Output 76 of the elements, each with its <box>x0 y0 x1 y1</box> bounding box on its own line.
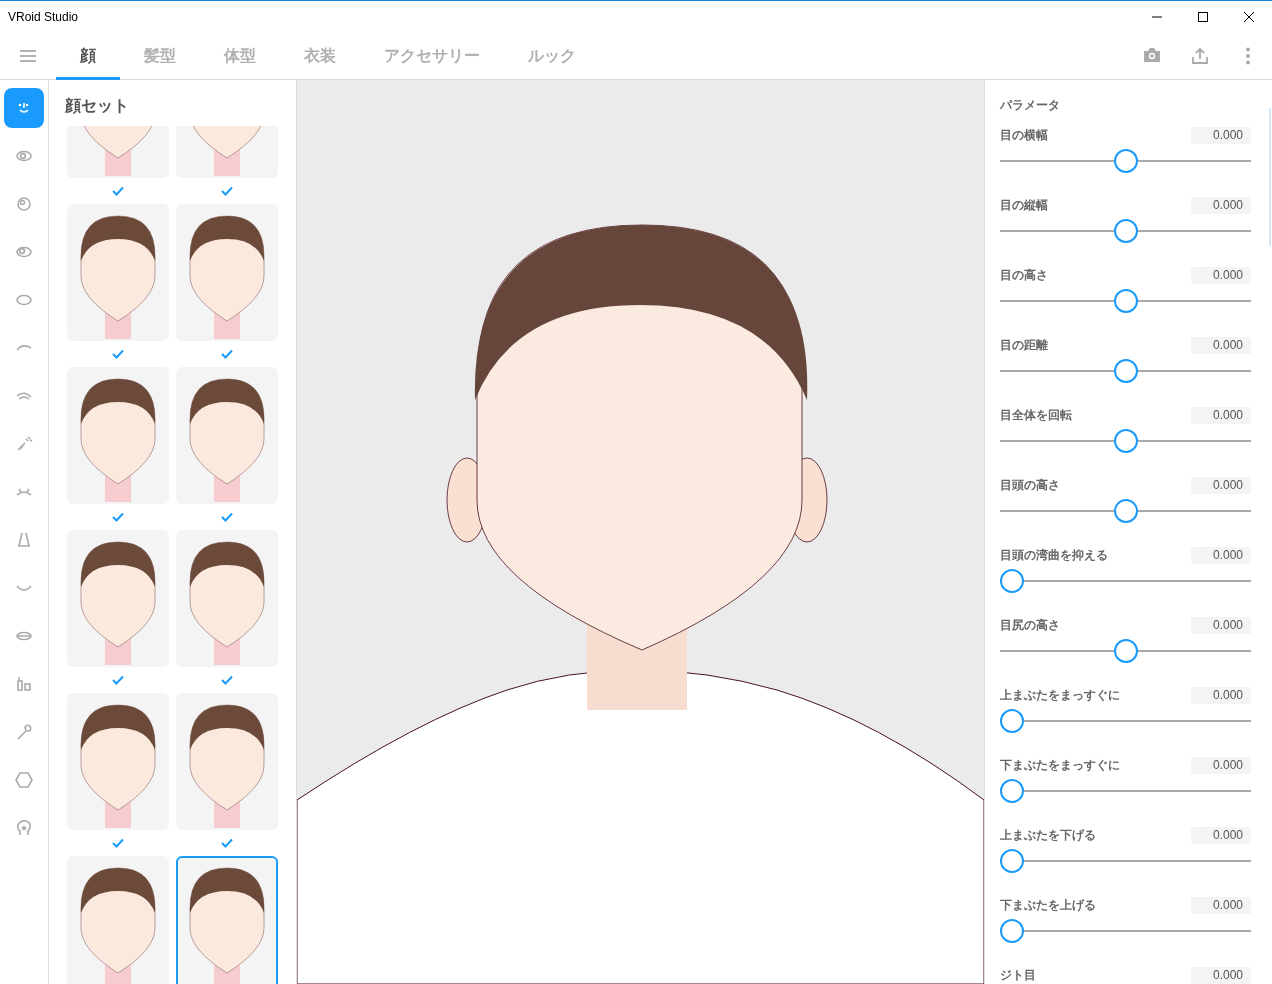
slider[interactable] <box>1000 709 1251 733</box>
slider-thumb[interactable] <box>1000 709 1024 733</box>
slider-thumb[interactable] <box>1113 639 1138 663</box>
parameter-label: 目頭の湾曲を抑える <box>1000 547 1108 564</box>
parameter-label: 目頭の高さ <box>1000 477 1060 494</box>
face-preset-thumbnail[interactable] <box>176 856 278 984</box>
value-field[interactable]: 0.000 <box>1191 266 1251 284</box>
slider[interactable] <box>1000 149 1251 173</box>
share-icon <box>1190 45 1210 66</box>
slider[interactable] <box>1000 639 1251 663</box>
slider-thumb[interactable] <box>1113 499 1138 523</box>
3d-viewport[interactable] <box>297 80 984 984</box>
scrollbar[interactable] <box>1269 108 1271 246</box>
slider-thumb[interactable] <box>1113 149 1138 173</box>
value-field[interactable]: 0.000 <box>1191 826 1251 844</box>
slider[interactable] <box>1000 429 1251 453</box>
face-preset-thumbnail[interactable] <box>67 693 169 830</box>
eyebrow-icon <box>16 344 32 352</box>
iris-icon <box>14 194 34 214</box>
face-preset-thumbnail[interactable] <box>67 530 169 667</box>
slider[interactable] <box>1000 849 1251 873</box>
slider-thumb[interactable] <box>1113 359 1138 383</box>
slider[interactable] <box>1000 219 1251 243</box>
parameter-label: 上まぶたをまっすぐに <box>1000 687 1120 704</box>
close-icon <box>1244 11 1254 22</box>
slider-thumb[interactable] <box>1000 569 1024 593</box>
value-field[interactable]: 0.000 <box>1191 756 1251 774</box>
face-preset-thumbnail[interactable] <box>67 204 169 341</box>
value-field[interactable]: 0.000 <box>1191 196 1251 214</box>
face-preset-thumbnail[interactable] <box>176 367 278 504</box>
parameter-label: 目の距離 <box>1000 337 1048 354</box>
slider[interactable] <box>1000 289 1251 313</box>
value-field[interactable]: 0.000 <box>1191 896 1251 914</box>
slider[interactable] <box>1000 919 1251 943</box>
parameter-label: 目全体を回転 <box>1000 407 1072 424</box>
tab[interactable]: 顔 <box>56 32 120 80</box>
value-field[interactable]: 0.000 <box>1191 616 1251 634</box>
parameter-label: 下まぶたを上げる <box>1000 897 1096 914</box>
menu-icon <box>20 49 36 62</box>
parameter-label: 目の横幅 <box>1000 127 1048 144</box>
slider[interactable] <box>1000 569 1251 593</box>
sidebar-item[interactable] <box>4 88 44 128</box>
parameter-label: 目の縦幅 <box>1000 197 1048 214</box>
value-field[interactable]: 0.000 <box>1191 336 1251 354</box>
maximize-icon <box>1198 11 1208 22</box>
value-field[interactable]: 0.000 <box>1191 546 1251 564</box>
slider[interactable] <box>1000 779 1251 803</box>
slider-thumb[interactable] <box>1000 779 1024 803</box>
window-title: VRoid Studio <box>7 8 80 26</box>
section-title: パラメータ <box>1000 97 1061 114</box>
parameter-label: 目尻の高さ <box>1000 617 1060 634</box>
slider-thumb[interactable] <box>1000 919 1024 943</box>
slider-thumb[interactable] <box>1113 289 1138 313</box>
slider[interactable] <box>1000 359 1251 383</box>
face-preset-thumbnail[interactable] <box>176 693 278 830</box>
parameter-label: 下まぶたをまっすぐに <box>1000 757 1120 774</box>
parameter-label: ジト目 <box>1000 967 1036 984</box>
slider-thumb[interactable] <box>1113 219 1138 243</box>
value-field[interactable]: 0.000 <box>1191 126 1251 144</box>
slider-thumb[interactable] <box>1000 849 1024 873</box>
slider[interactable] <box>1000 499 1251 523</box>
face-preset-thumbnail[interactable] <box>176 204 278 341</box>
value-field[interactable]: 0.000 <box>1191 686 1251 704</box>
parameter-label: 上まぶたを下げる <box>1000 827 1096 844</box>
value-field[interactable]: 0.000 <box>1191 406 1251 424</box>
face-preset-thumbnail[interactable] <box>67 367 169 504</box>
face-preset-thumbnail[interactable] <box>67 856 169 984</box>
slider-thumb[interactable] <box>1113 429 1138 453</box>
more-icon <box>1246 46 1250 65</box>
head-shape-icon <box>14 770 34 790</box>
value-field[interactable]: 0.000 <box>1191 476 1251 494</box>
head-star-icon <box>14 818 34 838</box>
value-field[interactable]: 0.000 <box>1191 966 1251 984</box>
parameter-label: 目の高さ <box>1000 267 1048 284</box>
panel-title: 顔セット <box>64 96 130 116</box>
face-preset-thumbnail[interactable] <box>176 530 278 667</box>
